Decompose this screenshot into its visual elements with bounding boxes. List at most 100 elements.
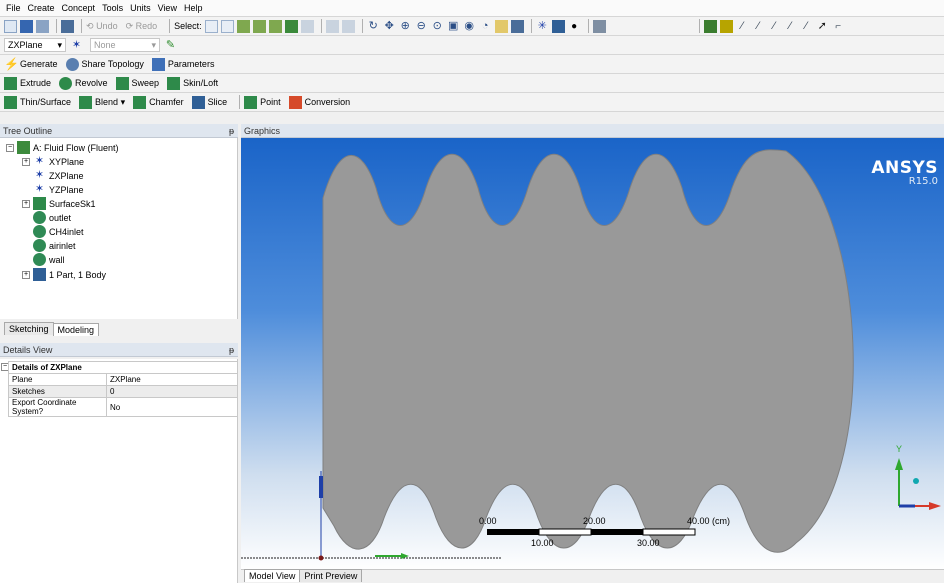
select-faces-icon[interactable] xyxy=(268,19,282,33)
tree-item-parts[interactable]: + 1 Part, 1 Body xyxy=(22,268,106,281)
generate-button[interactable]: ⚡ Generate xyxy=(4,57,58,71)
fluid-domain-geometry[interactable] xyxy=(322,149,854,553)
skin-loft-button[interactable]: Skin/Loft xyxy=(167,76,218,90)
screenshot-icon[interactable] xyxy=(61,19,74,33)
zoom-out-icon[interactable]: ⊖ xyxy=(415,20,428,33)
thin-surface-button[interactable]: Thin/Surface xyxy=(4,95,71,109)
details-label: Export Coordinate System? xyxy=(8,397,107,417)
point-button[interactable]: Point xyxy=(244,95,281,109)
edge-line-icon[interactable]: ⁄ xyxy=(784,20,797,33)
scale-label: 0.00 xyxy=(479,516,497,526)
blend-button[interactable]: Blend ▾ xyxy=(79,95,125,109)
parameters-button[interactable]: Parameters xyxy=(151,57,214,71)
tab-model-view[interactable]: Model View xyxy=(244,569,301,582)
paint-select-icon[interactable] xyxy=(341,19,355,33)
details-row[interactable]: Plane ZXPlane xyxy=(8,373,238,386)
box-select-icon[interactable] xyxy=(325,19,339,33)
modify-toolbar: Thin/Surface Blend ▾ Chamfer Slice Point… xyxy=(0,93,944,112)
select-bodies-icon[interactable] xyxy=(284,19,298,33)
sketch-select[interactable]: None ▾ xyxy=(90,38,160,52)
conversion-button[interactable]: Conversion xyxy=(288,95,350,109)
expand-icon[interactable]: + xyxy=(22,199,30,208)
select-points-icon[interactable] xyxy=(236,19,250,33)
point-display-icon[interactable]: ● xyxy=(568,20,581,33)
body-display-icon[interactable] xyxy=(551,19,565,33)
menu-units[interactable]: Units xyxy=(130,3,151,13)
slice-button[interactable]: Slice xyxy=(191,95,227,109)
details-row[interactable]: Sketches 0 xyxy=(8,385,238,398)
pin-icon[interactable]: ᵽ xyxy=(229,345,234,355)
triad-icon[interactable]: ✳ xyxy=(536,20,549,33)
tree-item-label: YZPlane xyxy=(49,184,84,195)
undo-button[interactable]: ⟲ Undo xyxy=(86,21,118,32)
tree-item-ch4inlet[interactable]: CH4inlet xyxy=(33,225,84,238)
tree-root[interactable]: − A: Fluid Flow (Fluent) xyxy=(6,141,119,154)
details-value[interactable]: No xyxy=(106,397,238,417)
select-edges-icon[interactable] xyxy=(252,19,266,33)
display-mode-icon[interactable] xyxy=(510,19,524,33)
rotate-icon[interactable]: ↻ xyxy=(367,20,380,33)
pin-icon[interactable]: ᵽ xyxy=(229,126,234,136)
plane-select[interactable]: ZXPlane ▾ xyxy=(4,38,66,52)
tree-item-outlet[interactable]: outlet xyxy=(33,211,71,224)
export-icon[interactable] xyxy=(36,19,49,33)
edge-line-icon[interactable]: ⁄ xyxy=(736,20,749,33)
expand-icon[interactable]: + xyxy=(22,157,30,166)
extrude-button[interactable]: Extrude xyxy=(4,76,51,90)
previous-view-icon[interactable]: ◔ xyxy=(479,20,492,33)
select-mode-icon[interactable] xyxy=(204,19,218,33)
vertex-icon[interactable]: ⌐ xyxy=(832,20,845,33)
expand-icon[interactable]: + xyxy=(22,270,30,279)
zoom-fit-icon[interactable]: ▣ xyxy=(447,20,460,33)
tree-item-airinlet[interactable]: airinlet xyxy=(33,239,76,252)
details-value[interactable]: ZXPlane xyxy=(106,373,238,386)
collapse-icon[interactable]: − xyxy=(6,143,14,152)
edge-line-icon[interactable]: ⁄ xyxy=(768,20,781,33)
edge-color-icon[interactable] xyxy=(719,19,733,33)
sweep-button[interactable]: Sweep xyxy=(115,76,159,90)
scale-label: 20.00 xyxy=(583,516,606,526)
face-color-icon[interactable] xyxy=(703,19,717,33)
tree-item-zxplane[interactable]: ✶ ZXPlane xyxy=(33,169,84,182)
box-zoom-icon[interactable]: ⊙ xyxy=(431,20,444,33)
select-filter-icon[interactable] xyxy=(220,19,234,33)
new-sketch-icon[interactable]: ✎ xyxy=(164,39,177,52)
tree-item-wall[interactable]: wall xyxy=(33,253,65,266)
menu-concept[interactable]: Concept xyxy=(62,3,96,13)
edge-direction-icon[interactable]: ➚ xyxy=(816,20,829,33)
zoom-icon[interactable]: ⊕ xyxy=(399,20,412,33)
tab-print-preview[interactable]: Print Preview xyxy=(299,569,363,582)
tab-sketching[interactable]: Sketching xyxy=(4,322,54,335)
menu-view[interactable]: View xyxy=(158,3,177,13)
menu-file[interactable]: File xyxy=(6,3,21,13)
redo-button[interactable]: ⟳ Redo xyxy=(126,21,158,32)
tree-item-yzplane[interactable]: ✶ YZPlane xyxy=(33,183,84,196)
edge-line-icon[interactable]: ⁄ xyxy=(800,20,813,33)
part-icon xyxy=(33,268,46,281)
tree-item-surfacesk1[interactable]: + SurfaceSk1 xyxy=(22,197,96,210)
extend-selection-icon[interactable] xyxy=(300,19,314,33)
new-plane-icon[interactable]: ✶ xyxy=(70,39,83,52)
pan-icon[interactable]: ✥ xyxy=(383,20,396,33)
revolve-button[interactable]: Revolve xyxy=(59,76,108,90)
details-value[interactable]: 0 xyxy=(106,385,238,398)
edge-line-icon[interactable]: ⁄ xyxy=(752,20,765,33)
magnifier-icon[interactable]: ◉ xyxy=(463,20,476,33)
new-icon[interactable] xyxy=(4,19,17,33)
menu-create[interactable]: Create xyxy=(28,3,55,13)
graphics-viewport[interactable]: ANSYS R15.0 0.00 20.00 40.00 (cm) 10.00 … xyxy=(241,138,944,570)
redo-label: Redo xyxy=(135,21,158,31)
menu-help[interactable]: Help xyxy=(184,3,203,13)
point-label: Point xyxy=(260,97,281,107)
plane-icon: ✶ xyxy=(34,183,45,195)
share-topology-button[interactable]: Share Topology xyxy=(65,57,144,71)
save-icon[interactable] xyxy=(20,19,33,33)
tab-modeling[interactable]: Modeling xyxy=(52,323,100,336)
tree-item-xyplane[interactable]: + ✶ XYPlane xyxy=(22,155,84,168)
details-row[interactable]: Export Coordinate System? No xyxy=(8,397,238,417)
menu-tools[interactable]: Tools xyxy=(102,3,123,13)
named-selection-icon[interactable] xyxy=(592,19,606,33)
iso-view-icon[interactable] xyxy=(494,19,508,33)
chamfer-button[interactable]: Chamfer xyxy=(133,95,184,109)
axis-triad[interactable]: Y xyxy=(895,444,941,510)
